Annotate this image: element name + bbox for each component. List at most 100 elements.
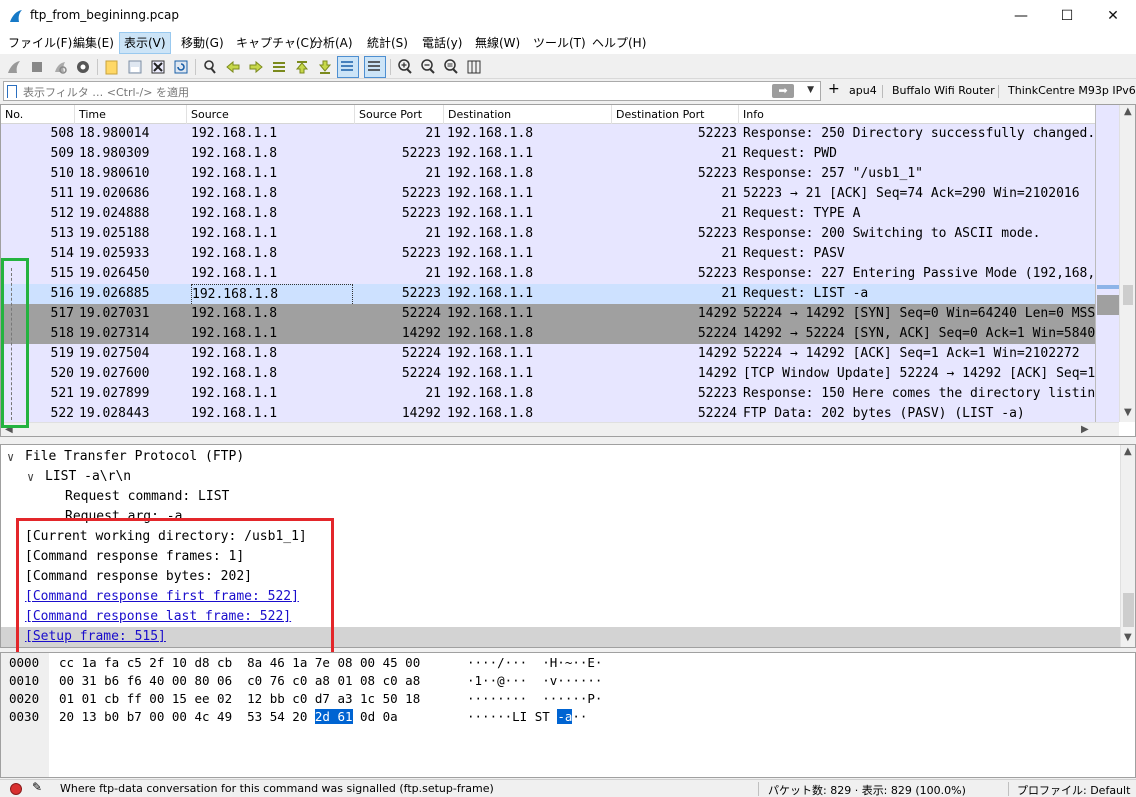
menu-statistics[interactable]: 統計(S) — [363, 32, 412, 54]
first-packet-icon[interactable] — [293, 58, 311, 76]
reload-icon[interactable] — [172, 58, 190, 76]
hex-line[interactable]: 0000 cc 1a fa c5 2f 10 d8 cb 8a 46 1a 7e… — [9, 653, 602, 672]
menu-go[interactable]: 移動(G) — [177, 32, 228, 54]
filter-placeholder: 表示フィルタ … <Ctrl-/> を適用 — [23, 86, 189, 99]
hex-line[interactable]: 0020 01 01 cb ff 00 15 ee 02 12 bb c0 d7… — [9, 689, 602, 708]
detail-ftp[interactable]: ∨ File Transfer Protocol (FTP) — [1, 447, 1120, 467]
expert-info-icon[interactable] — [10, 783, 22, 795]
expand-chevron-icon[interactable]: ∨ — [7, 447, 14, 467]
display-filter-input[interactable]: 表示フィルタ … <Ctrl-/> を適用 ➡ ▼ — [3, 81, 821, 101]
filter-button-buffalo[interactable]: Buffalo Wifi Router — [892, 84, 995, 97]
close-button[interactable]: ✕ — [1090, 0, 1136, 32]
hex-line[interactable]: 0030 20 13 b0 b7 00 00 4c 49 53 54 20 2d… — [9, 707, 587, 726]
minimize-button[interactable]: — — [998, 0, 1044, 32]
stop-icon[interactable] — [28, 58, 46, 76]
packet-row[interactable]: 512 19.024888 192.168.1.8 52223 192.168.1.1 2… — [1, 204, 1095, 224]
options-gear-icon[interactable] — [74, 58, 92, 76]
packet-row[interactable]: 515 19.026450 192.168.1.1 21 192.168.1.8 5222… — [1, 264, 1095, 284]
hex-line[interactable]: 0010 00 31 b6 f6 40 00 80 06 c0 76 c0 a8… — [9, 671, 602, 690]
packet-cell-sport: 52223 — [401, 146, 441, 161]
autoscroll-icon[interactable] — [337, 56, 359, 78]
zoom-in-icon[interactable] — [396, 58, 414, 76]
scroll-right-icon[interactable]: ▶ — [1081, 424, 1089, 435]
packet-row[interactable]: 508 18.980014 192.168.1.1 21 192.168.1.8 5222… — [1, 124, 1095, 144]
col-header-info[interactable]: Info — [739, 105, 1121, 124]
scroll-down-icon[interactable]: ▼ — [1124, 632, 1132, 643]
shark-fin-icon[interactable] — [5, 58, 23, 76]
packet-cell-sport: 52223 — [401, 286, 441, 301]
packet-cell-time: 19.025188 — [79, 226, 150, 241]
packet-row[interactable]: 509 18.980309 192.168.1.8 52223 192.168.1.1 2… — [1, 144, 1095, 164]
edit-comment-icon[interactable]: ✎ — [32, 780, 42, 794]
menu-edit[interactable]: 編集(E) — [69, 32, 118, 54]
restart-icon[interactable] — [51, 58, 69, 76]
packet-row[interactable]: 511 19.020686 192.168.1.8 52223 192.168.1.1 2… — [1, 184, 1095, 204]
filter-dropdown-icon[interactable]: ▼ — [807, 85, 814, 95]
colorize-icon[interactable] — [364, 56, 386, 78]
scroll-up-icon[interactable]: ▲ — [1124, 446, 1132, 457]
packet-minimap[interactable] — [1095, 105, 1119, 422]
packet-cell-src: 192.168.1.8 — [191, 186, 278, 201]
details-vscrollbar[interactable]: ▲ ▼ — [1120, 445, 1135, 647]
packet-row[interactable]: 516 19.026885 192.168.1.8 52223 192.168.1.1 2… — [1, 284, 1095, 304]
menu-help[interactable]: ヘルプ(H) — [588, 32, 650, 54]
scroll-up-icon[interactable]: ▲ — [1124, 106, 1132, 117]
packet-rows: 508 18.980014 192.168.1.1 21 192.168.1.8 5222… — [1, 124, 1095, 424]
close-file-icon[interactable] — [149, 58, 167, 76]
packet-row[interactable]: 518 19.027314 192.168.1.1 14292 192.168.1.8 5… — [1, 324, 1095, 344]
last-packet-icon[interactable] — [316, 58, 334, 76]
open-file-icon[interactable] — [103, 58, 121, 76]
packet-row[interactable]: 519 19.027504 192.168.1.8 52224 192.168.1.1 1… — [1, 344, 1095, 364]
detail-request-command[interactable]: Request command: LIST — [1, 487, 1120, 507]
menu-tools[interactable]: ツール(T) — [529, 32, 590, 54]
col-header-destination-port[interactable]: Destination Port — [612, 105, 739, 124]
packet-bytes-pane[interactable]: 0000 cc 1a fa c5 2f 10 d8 cb 8a 46 1a 7e… — [0, 652, 1136, 778]
packet-list-hscrollbar[interactable]: ◀ ▶ — [1, 422, 1119, 436]
packet-list-pane[interactable]: No. Time Source Source Port Destination … — [0, 104, 1136, 437]
packet-row[interactable]: 510 18.980610 192.168.1.1 21 192.168.1.8 5222… — [1, 164, 1095, 184]
scroll-down-icon[interactable]: ▼ — [1124, 407, 1132, 418]
detail-list-command[interactable]: ∨ LIST -a\r\n — [1, 467, 1120, 487]
save-file-icon[interactable] — [126, 58, 144, 76]
filter-button-thinkcentre[interactable]: ThinkCentre M93p IPv6 — [1008, 84, 1136, 97]
menu-view[interactable]: 表示(V) — [119, 32, 171, 54]
menu-wireless[interactable]: 無線(W) — [471, 32, 524, 54]
packet-row[interactable]: 522 19.028443 192.168.1.1 14292 192.168.1.8 5… — [1, 404, 1095, 424]
scroll-thumb[interactable] — [1123, 285, 1133, 305]
packet-list-vscrollbar[interactable]: ▲ ▼ — [1119, 105, 1135, 422]
menu-analyze[interactable]: 分析(A) — [307, 32, 357, 54]
menu-telephony[interactable]: 電話(y) — [418, 32, 466, 54]
find-icon[interactable] — [201, 58, 219, 76]
packet-row[interactable]: 520 19.027600 192.168.1.8 52224 192.168.1.1 1… — [1, 364, 1095, 384]
forward-arrow-icon[interactable] — [247, 58, 265, 76]
packet-row[interactable]: 517 19.027031 192.168.1.8 52224 192.168.1.1 1… — [1, 304, 1095, 324]
normal-size-icon[interactable] — [442, 58, 460, 76]
packet-cell-no: 510 — [50, 166, 74, 181]
packet-cell-no: 512 — [50, 206, 74, 221]
col-header-source-port[interactable]: Source Port — [355, 105, 444, 124]
filter-button-apu4[interactable]: apu4 — [849, 84, 877, 97]
col-header-no[interactable]: No. — [1, 105, 75, 124]
packet-cell-dport: 14292 — [697, 346, 737, 361]
packet-cell-info: Request: LIST -a — [743, 286, 869, 301]
bookmark-icon[interactable] — [7, 85, 17, 98]
expand-chevron-icon[interactable]: ∨ — [27, 467, 34, 487]
col-header-time[interactable]: Time — [75, 105, 187, 124]
scroll-thumb[interactable] — [1123, 593, 1134, 627]
back-arrow-icon[interactable] — [224, 58, 242, 76]
maximize-button[interactable]: ☐ — [1044, 0, 1090, 32]
apply-filter-button[interactable]: ➡ — [772, 84, 794, 98]
go-to-packet-icon[interactable] — [270, 58, 288, 76]
col-header-destination[interactable]: Destination — [444, 105, 612, 124]
resize-columns-icon[interactable] — [465, 58, 483, 76]
packet-row[interactable]: 513 19.025188 192.168.1.1 21 192.168.1.8 5222… — [1, 224, 1095, 244]
profile-label[interactable]: プロファイル: Default — [1017, 782, 1130, 797]
add-filter-button[interactable]: + — [828, 81, 840, 97]
menu-capture[interactable]: キャプチャ(C) — [232, 32, 318, 54]
zoom-out-icon[interactable] — [419, 58, 437, 76]
col-header-source[interactable]: Source — [187, 105, 355, 124]
ascii-highlight: -a — [557, 709, 573, 724]
packet-row[interactable]: 514 19.025933 192.168.1.8 52223 192.168.1.1 2… — [1, 244, 1095, 264]
menu-file[interactable]: ファイル(F) — [4, 32, 76, 54]
packet-row[interactable]: 521 19.027899 192.168.1.1 21 192.168.1.8 5222… — [1, 384, 1095, 404]
